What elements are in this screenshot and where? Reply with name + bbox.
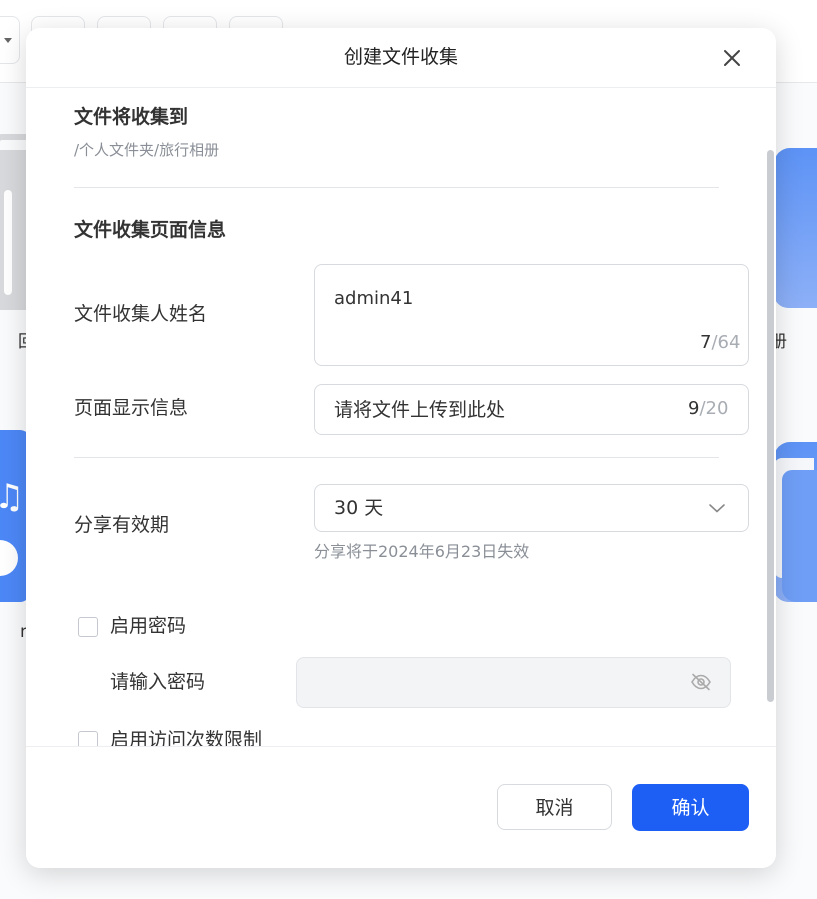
- counter-current: 7: [700, 332, 712, 353]
- eye-slash-icon[interactable]: [690, 672, 712, 692]
- dialog-title: 创建文件收集: [343, 46, 458, 68]
- enable-password-checkbox[interactable]: [78, 617, 98, 637]
- enable-password-label[interactable]: 启用密码: [110, 613, 186, 639]
- validity-select[interactable]: 30 天: [314, 484, 749, 532]
- counter-current: 9: [688, 398, 700, 419]
- collector-name-input[interactable]: admin41 7/64: [314, 264, 749, 366]
- validity-selected-value: 30 天: [334, 497, 384, 519]
- counter-max: /64: [711, 332, 741, 353]
- folder-icon: [774, 148, 817, 308]
- close-icon: [724, 50, 740, 66]
- create-file-collection-dialog: 创建文件收集 文件将收集到 /个人文件夹/旅行相册 文件收集页面信息 文件收集人…: [26, 28, 776, 868]
- page-info-title: 文件收集页面信息: [74, 219, 227, 241]
- enable-visit-limit-label[interactable]: 启用访问次数限制: [110, 727, 262, 746]
- collector-name-value: admin41: [334, 288, 414, 309]
- folder-front: [782, 470, 817, 602]
- enable-visit-limit-checkbox[interactable]: [78, 731, 98, 746]
- collector-name-label: 文件收集人姓名: [74, 303, 208, 325]
- dialog-footer: 取消 确认: [26, 746, 776, 868]
- background-view-dropdown: [0, 16, 20, 64]
- music-note-icon: ♫: [0, 477, 25, 517]
- collector-name-counter: 7/64: [700, 331, 740, 355]
- validity-hint: 分享将于2024年6月23日失效: [314, 542, 530, 561]
- music-disc-icon: [0, 540, 18, 576]
- password-input[interactable]: [296, 657, 731, 708]
- display-message-value: 请将文件上传到此处: [334, 399, 506, 421]
- dialog-body[interactable]: 文件将收集到 /个人文件夹/旅行相册 文件收集页面信息 文件收集人姓名 admi…: [26, 88, 776, 746]
- counter-max: /20: [699, 398, 729, 419]
- chevron-down-icon: [709, 504, 725, 513]
- validity-label: 分享有效期: [74, 514, 170, 536]
- dialog-header: 创建文件收集: [26, 28, 776, 88]
- destination-path: /个人文件夹/旅行相册: [74, 141, 220, 159]
- dialog-scrollbar[interactable]: [767, 150, 774, 702]
- divider: [74, 457, 719, 458]
- display-message-input[interactable]: 请将文件上传到此处 9/20: [314, 384, 749, 435]
- destination-title: 文件将收集到: [74, 106, 189, 128]
- confirm-button[interactable]: 确认: [632, 784, 749, 831]
- close-button[interactable]: [720, 46, 744, 70]
- display-message-counter: 9/20: [688, 397, 728, 421]
- display-message-label: 页面显示信息: [74, 397, 189, 419]
- password-label: 请输入密码: [110, 671, 206, 693]
- cancel-button[interactable]: 取消: [497, 784, 612, 830]
- divider: [74, 187, 719, 188]
